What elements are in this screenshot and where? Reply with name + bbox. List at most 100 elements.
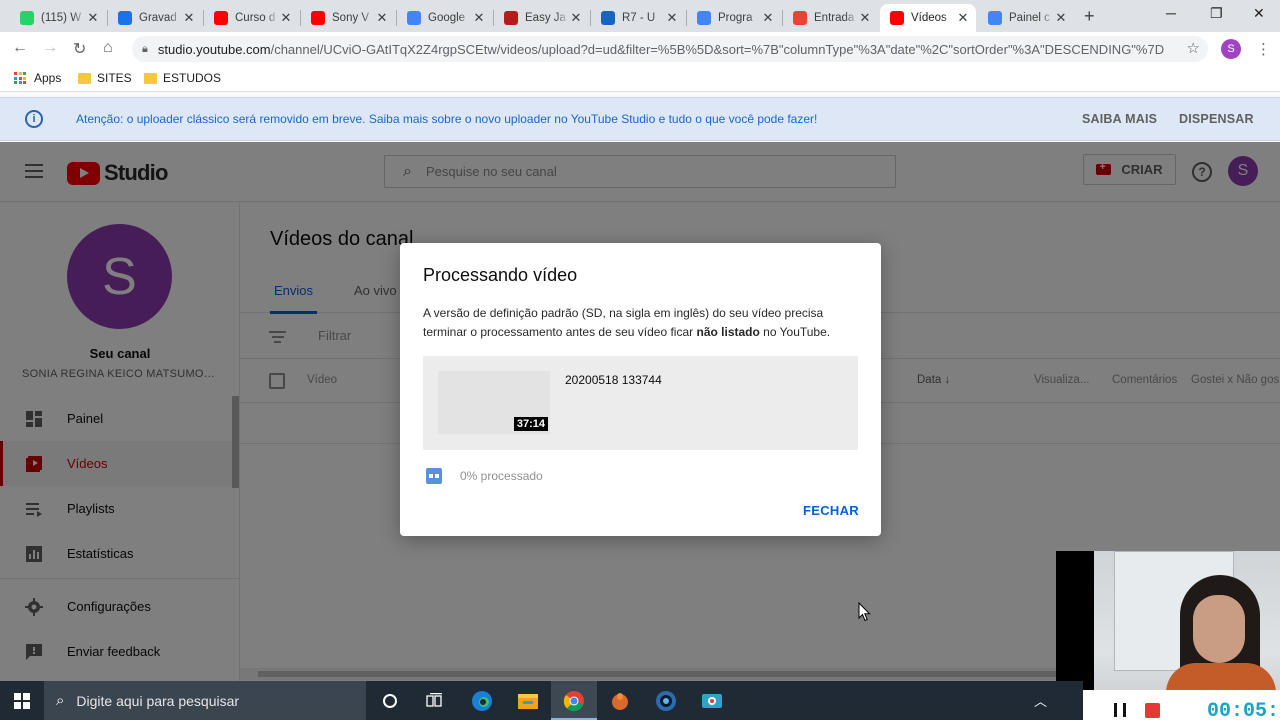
tab-favicon-icon [214, 11, 228, 25]
browser-toolbar: ← → ↻ ⌂ 🔒︎ studio.youtube.com/channel/UC… [0, 32, 1280, 66]
reload-icon[interactable]: ↻ [73, 39, 86, 59]
tab-favicon-icon [601, 11, 615, 25]
file-explorer-icon[interactable] [505, 681, 551, 720]
browser-tab-strip: (115) W ✕ Gravad ✕ Curso d ✕ Sony V ✕ Google ✕ Eas… [0, 0, 1280, 32]
info-icon: i [25, 110, 43, 128]
folder-icon [78, 72, 91, 84]
bookmark-estudos[interactable]: ESTUDOS [144, 71, 221, 85]
bookmarks-bar: Apps SITES ESTUDOS [0, 66, 1280, 92]
address-bar[interactable]: 🔒︎ studio.youtube.com/channel/UCviO-GAtI… [132, 36, 1208, 62]
tab-title: Sony V [332, 12, 370, 24]
browser-tab[interactable]: Sony V ✕ [301, 4, 395, 32]
tab-favicon-icon [20, 11, 34, 25]
bookmark-label: Apps [34, 71, 62, 85]
uploader-notice-banner: i Atenção: o uploader clássico será remo… [0, 97, 1280, 141]
windows-taskbar: ⌕ Digite aqui para pesquisar ︿ [0, 681, 1083, 720]
modal-backdrop-top [0, 142, 1280, 203]
close-tab-icon[interactable]: ✕ [182, 10, 196, 26]
tab-favicon-icon [988, 11, 1002, 25]
tab-favicon-icon [407, 11, 421, 25]
browser-tab[interactable]: (115) W ✕ [10, 4, 106, 32]
bookmark-apps[interactable]: Apps [14, 71, 61, 85]
dismiss-button[interactable]: DISPENSAR [1179, 112, 1254, 126]
browser-tab[interactable]: Curso d ✕ [204, 4, 299, 32]
learn-more-button[interactable]: SAIBA MAIS [1082, 112, 1157, 126]
close-tab-icon[interactable]: ✕ [472, 10, 486, 26]
tab-favicon-icon [793, 11, 807, 25]
close-tab-icon[interactable]: ✕ [761, 10, 775, 26]
camera-app-icon[interactable] [643, 681, 689, 720]
edge-icon[interactable] [459, 681, 505, 720]
browser-tab[interactable]: Easy Ja ✕ [494, 4, 589, 32]
browser-tab[interactable]: Vídeos ✕ [880, 4, 976, 32]
search-icon: ⌕ [56, 692, 65, 709]
tab-favicon-icon [311, 11, 325, 25]
bookmark-sites[interactable]: SITES [78, 71, 132, 85]
tab-title: (115) W [41, 12, 82, 24]
browser-menu-icon[interactable]: ⋮ [1256, 40, 1271, 58]
close-tab-icon[interactable]: ✕ [665, 10, 679, 26]
dialog-title: Processando vídeo [423, 265, 578, 285]
video-card: 37:14 20200518 133744 [423, 356, 858, 450]
tab-title: Gravad [139, 12, 177, 24]
tray-overflow-chevron-icon[interactable]: ︿ [1034, 691, 1047, 710]
recording-timer: 00:05:0 [1207, 700, 1280, 720]
dialog-text-bold: não listado [696, 325, 760, 339]
dialog-text-part: no YouTube. [759, 325, 831, 339]
close-tab-icon[interactable]: ✕ [375, 10, 389, 26]
stop-recording-icon[interactable] [1145, 703, 1160, 718]
tab-title: Google [428, 12, 466, 24]
browser-tab[interactable]: Painel c ✕ [978, 4, 1074, 32]
tab-title: Vídeos [911, 12, 947, 24]
close-tab-icon[interactable]: ✕ [956, 10, 970, 26]
close-tab-icon[interactable]: ✕ [569, 10, 583, 26]
browser-profile-avatar[interactable]: S [1221, 39, 1241, 59]
minimize-window-button[interactable]: ─ [1166, 5, 1176, 21]
close-window-button[interactable]: ✕ [1253, 5, 1265, 22]
mouse-cursor-icon [858, 602, 871, 622]
recorder-app-icon[interactable] [689, 681, 735, 720]
tab-favicon-icon [504, 11, 518, 25]
task-view-icon[interactable] [412, 681, 458, 720]
close-dialog-button[interactable]: FECHAR [803, 503, 859, 518]
processing-dialog: Processando vídeo A versão de definição … [400, 243, 881, 536]
bookmark-star-icon[interactable]: ☆ [1187, 39, 1200, 57]
restore-window-button[interactable]: ❐ [1210, 5, 1223, 22]
app-icon[interactable] [597, 681, 643, 720]
close-tab-icon[interactable]: ✕ [86, 10, 100, 26]
tab-favicon-icon [118, 11, 132, 25]
windows-start-icon[interactable] [14, 693, 30, 709]
home-icon[interactable]: ⌂ [103, 39, 113, 57]
bookmark-label: SITES [97, 71, 132, 85]
cortana-icon[interactable] [367, 681, 413, 720]
new-tab-button[interactable]: + [1084, 6, 1095, 27]
video-duration: 37:14 [513, 417, 548, 431]
processing-progress: 0% processado [460, 469, 543, 483]
chrome-icon[interactable] [551, 681, 597, 720]
forward-arrow-icon[interactable]: → [42, 39, 58, 57]
taskbar-search[interactable]: ⌕ Digite aqui para pesquisar [44, 681, 366, 720]
tab-title: Easy Ja [525, 12, 566, 24]
tab-favicon-icon [697, 11, 711, 25]
browser-tab[interactable]: Gravad ✕ [108, 4, 202, 32]
close-tab-icon[interactable]: ✕ [858, 10, 872, 26]
tab-title: Painel c [1009, 12, 1050, 24]
close-tab-icon[interactable]: ✕ [1054, 10, 1068, 26]
browser-tab[interactable]: Google ✕ [397, 4, 492, 32]
url-path: /channel/UCviO-GAtITqX2Z4rgpSCEtw/videos… [270, 41, 1165, 57]
browser-tab[interactable]: R7 - Ú ✕ [591, 4, 685, 32]
back-arrow-icon[interactable]: ← [12, 39, 28, 57]
webcam-person-face [1193, 595, 1245, 663]
processing-status-icon [426, 468, 442, 484]
taskbar-search-placeholder: Digite aqui para pesquisar [76, 692, 240, 709]
notice-message: Atenção: o uploader clássico será removi… [76, 112, 818, 126]
close-tab-icon[interactable]: ✕ [279, 10, 293, 26]
url-host: studio.youtube.com [157, 41, 271, 57]
browser-tab[interactable]: Entrada ✕ [783, 4, 878, 32]
pause-recording-icon[interactable] [1114, 703, 1126, 717]
lock-icon: 🔒︎ [142, 42, 148, 55]
video-thumbnail: 37:14 [438, 371, 550, 434]
tab-title: Entrada [814, 12, 855, 24]
browser-tab[interactable]: Progra ✕ [687, 4, 781, 32]
dialog-text: A versão de definição padrão (SD, na sig… [423, 304, 863, 342]
